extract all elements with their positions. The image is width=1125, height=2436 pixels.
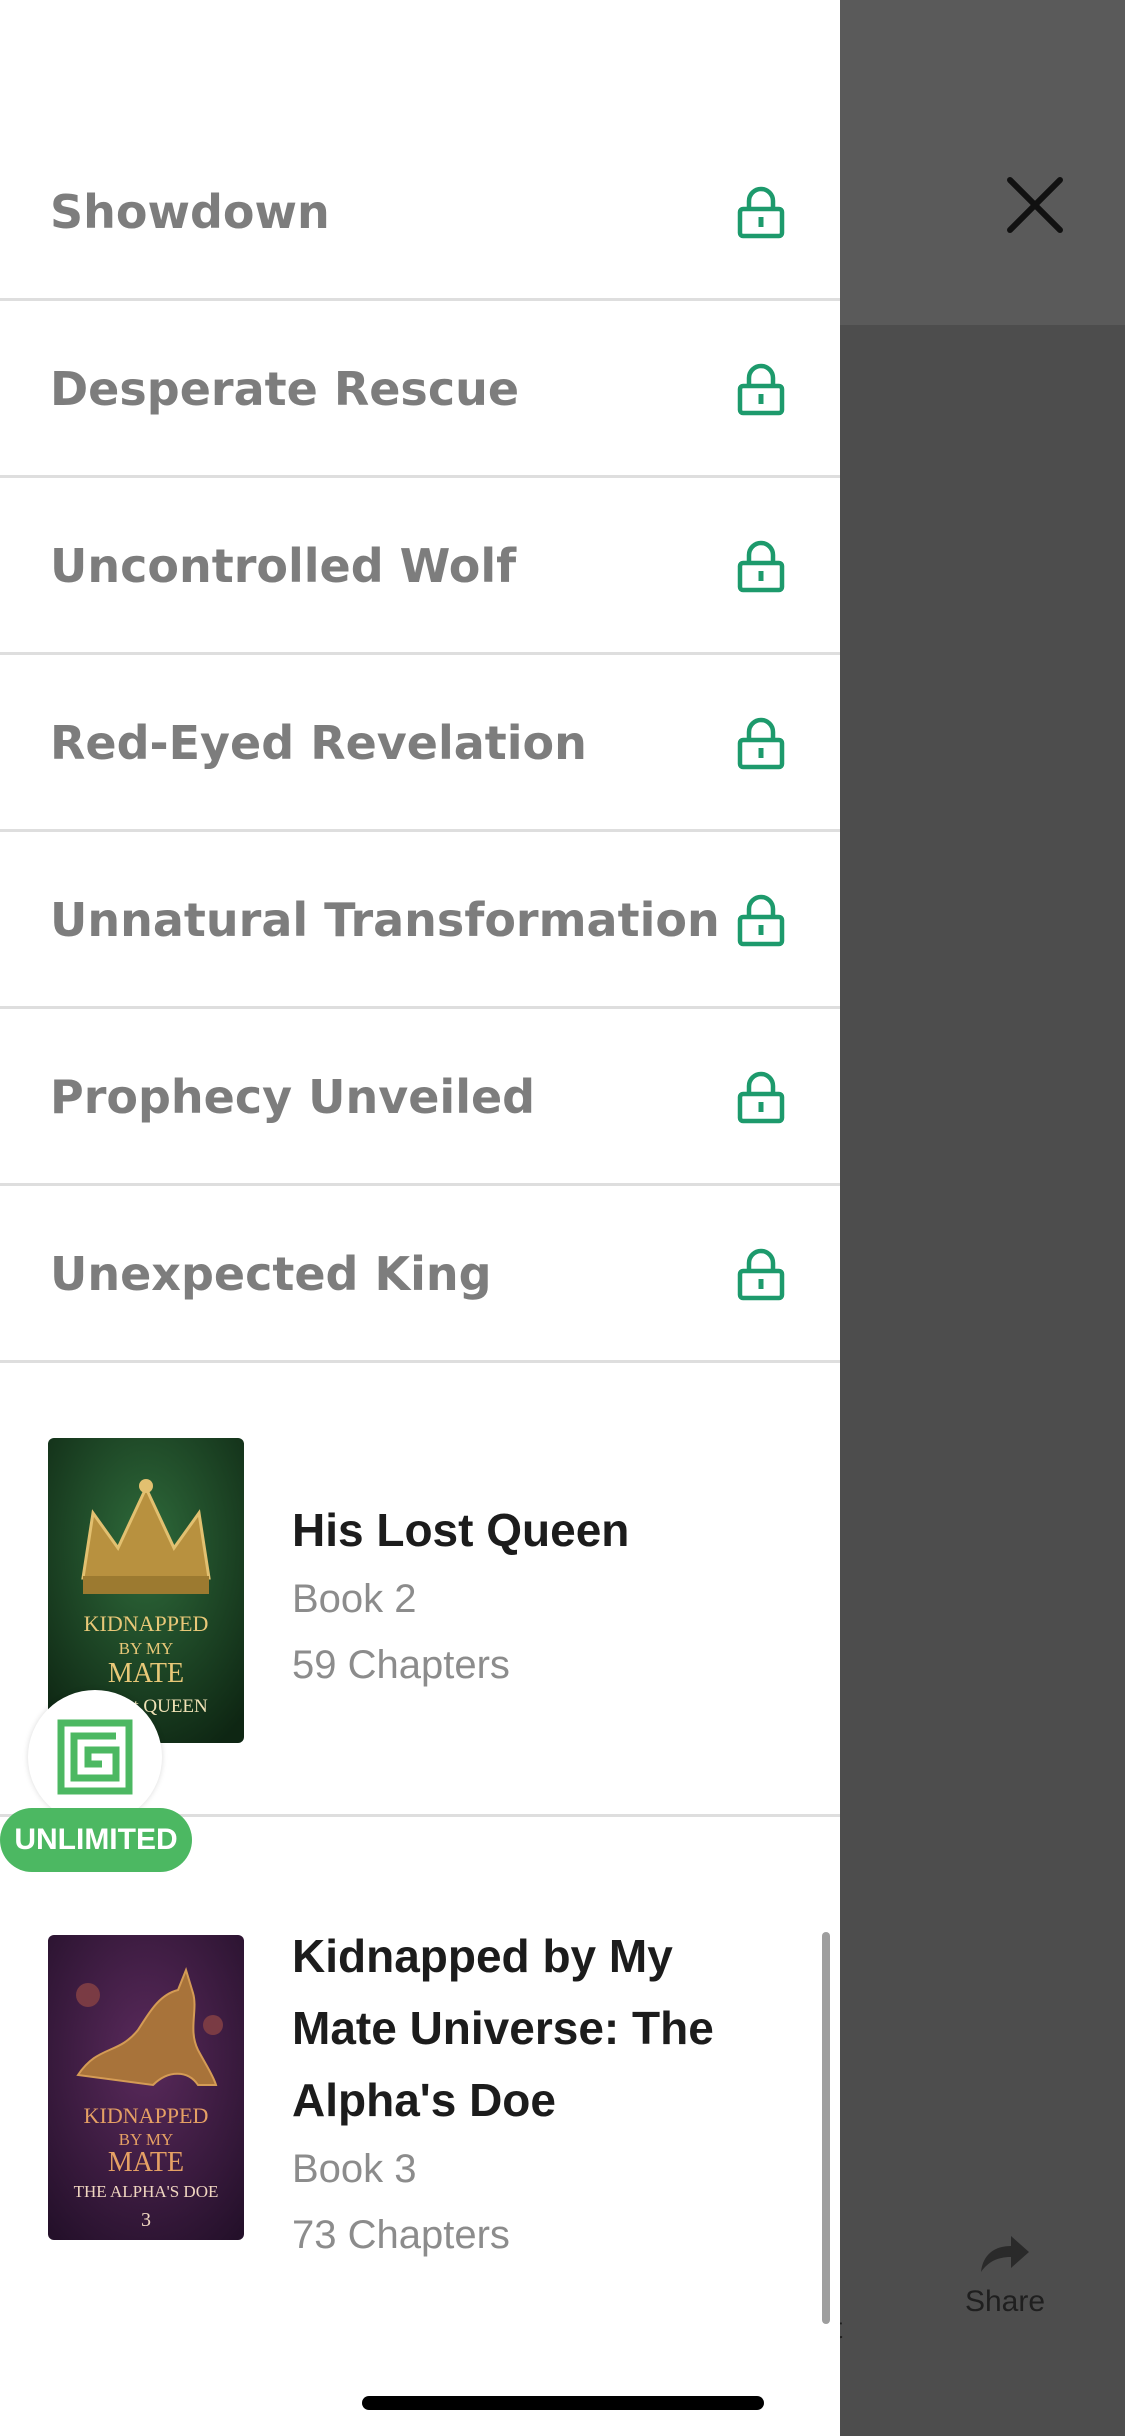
book-title: His Lost Queen: [292, 1504, 630, 1556]
cover-title-text: MATE: [108, 2147, 184, 2178]
chapter-title: Unnatural Transformation: [50, 892, 720, 947]
chapter-row[interactable]: Desperate Rescue: [0, 302, 840, 478]
book-info: Kidnapped by My Mate Universe: The Alpha…: [292, 1920, 812, 2268]
cover-title-text: MATE: [108, 1658, 184, 1689]
book-item[interactable]: KIDNAPPED BY MY MATE THE ALPHA'S DOE 3 K…: [0, 1820, 840, 2300]
lock-icon: [737, 540, 785, 592]
chapter-title: Red-Eyed Revelation: [50, 715, 587, 770]
lock-icon: [737, 1071, 785, 1123]
chapter-row[interactable]: Showdown: [0, 125, 840, 301]
book-number: Book 3: [292, 2147, 417, 2191]
cover-subtitle-text: THE ALPHA'S DOE: [74, 2182, 219, 2201]
close-icon[interactable]: [990, 160, 1080, 250]
lock-icon: [737, 894, 785, 946]
book-cover-image: KIDNAPPED BY MY MATE THE ALPHA'S DOE 3: [48, 1935, 244, 2240]
chapter-row[interactable]: Red-Eyed Revelation: [0, 656, 840, 832]
unlimited-logo: [28, 1690, 162, 1824]
cover-number-text: 3: [141, 2209, 151, 2231]
chapter-title: Desperate Rescue: [50, 361, 520, 416]
book-title-line: Kidnapped by My: [292, 1930, 673, 1982]
cover-title-text: KIDNAPPED: [84, 2103, 209, 2128]
book-chapter-count: 59 Chapters: [292, 1643, 510, 1687]
background-header: [840, 0, 1125, 325]
book-number: Book 2: [292, 1577, 417, 1621]
unlimited-logo-icon: [57, 1719, 133, 1795]
share-label: Share: [964, 2285, 1046, 2318]
book-info: His Lost Queen Book 2 59 Chapters: [292, 1494, 812, 1698]
cover-title-text: BY MY: [119, 1639, 174, 1658]
lock-icon: [737, 363, 785, 415]
book-chapter-count: 73 Chapters: [292, 2213, 510, 2257]
chapter-row[interactable]: Unexpected King: [0, 1187, 840, 1363]
chapter-title: Unexpected King: [50, 1246, 492, 1301]
chapter-row[interactable]: Uncontrolled Wolf: [0, 479, 840, 655]
book-title-line: Mate Universe: The: [292, 2002, 714, 2054]
lock-icon: [737, 1248, 785, 1300]
cover-title-text: KIDNAPPED: [84, 1611, 209, 1636]
chapter-drawer: Showdown Desperate Rescue Uncontrolled W…: [0, 0, 840, 2436]
chapter-row[interactable]: Prophecy Unveiled: [0, 1010, 840, 1186]
lock-icon: [737, 186, 785, 238]
scrollbar[interactable]: [822, 1932, 830, 2324]
chapter-title: Prophecy Unveiled: [50, 1069, 536, 1124]
chapter-row[interactable]: Unnatural Transformation: [0, 833, 840, 1009]
chapter-title: Showdown: [50, 184, 330, 239]
lock-icon: [737, 717, 785, 769]
home-indicator[interactable]: [362, 2396, 764, 2410]
book-title-line: Alpha's Doe: [292, 2074, 556, 2126]
share-button[interactable]: Share: [940, 2230, 1070, 2319]
chapter-title: Uncontrolled Wolf: [50, 538, 517, 593]
share-icon: [981, 2236, 1029, 2272]
